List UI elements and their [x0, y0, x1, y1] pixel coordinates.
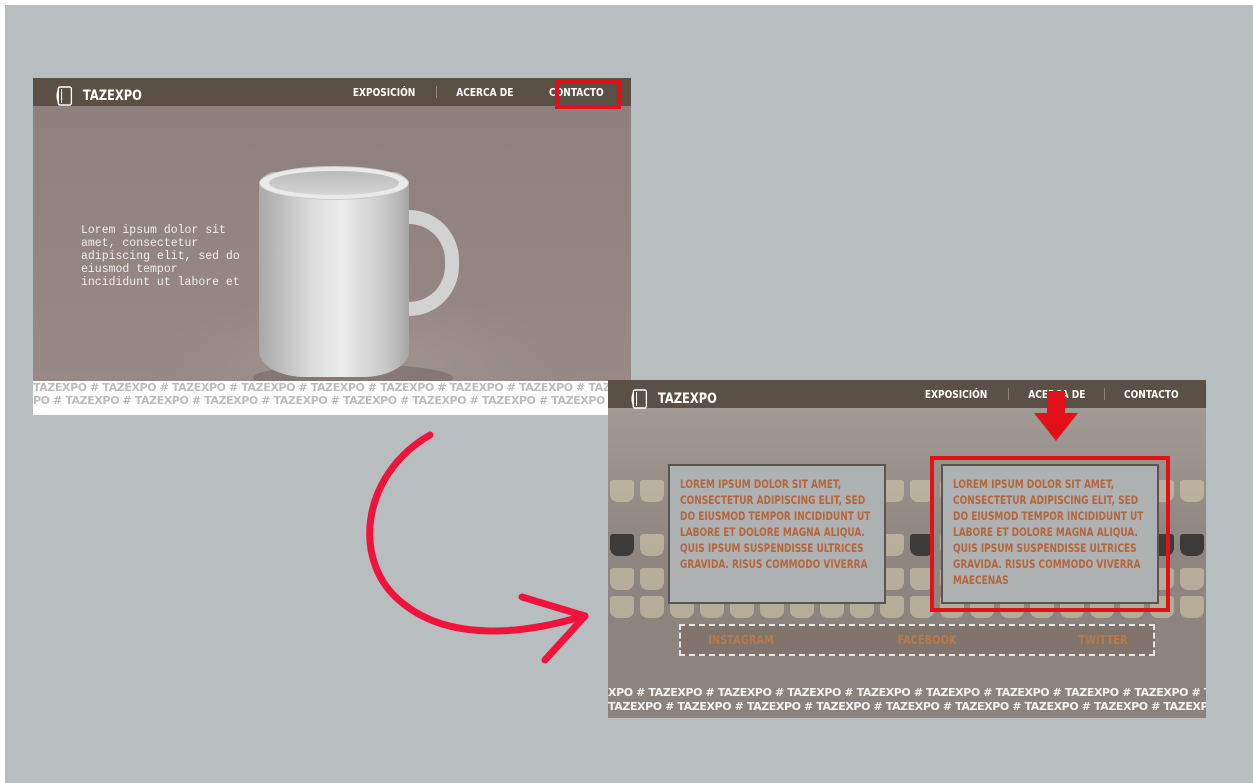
social-links-bar: INSTAGRAM FACEBOOK TWITTER	[679, 624, 1155, 656]
ticker-line-2: PO # TAZEXPO # TAZEXPO # TAZEXPO # TAZEX…	[33, 394, 631, 415]
brand-name: TAZEXPO	[657, 391, 717, 407]
hero-text: Lorem ipsum dolor sit amet, consectetur …	[81, 224, 240, 289]
card-highlight-box	[930, 456, 1170, 612]
top-nav: TAZEXPO EXPOSICIÓN ACERCA DE CONTACTO	[608, 380, 1206, 411]
hero-area: Lorem ipsum dolor sit amet, consectetur …	[33, 106, 631, 415]
ticker-line-2: TAZEXPO # TAZEXPO # TAZEXPO # TAZEXPO # …	[608, 700, 1206, 713]
mug	[610, 534, 634, 556]
nav-exposicion[interactable]: EXPOSICIÓN	[348, 83, 422, 102]
mug	[1180, 568, 1204, 590]
ticker-line-1: TAZEXPO # TAZEXPO # TAZEXPO # TAZEXPO # …	[33, 381, 631, 394]
mug	[610, 568, 634, 590]
website-screenshot-contact: TAZEXPO EXPOSICIÓN ACERCA DE CONTACTO LO…	[608, 380, 1206, 718]
mug	[640, 596, 664, 618]
mug	[640, 534, 664, 556]
top-nav: TAZEXPO EXPOSICIÓN ACERCA DE CONTACTO	[33, 78, 631, 106]
contacto-highlight-box	[555, 80, 621, 109]
website-screenshot-home: Lorem ipsum dolor sit amet, consectetur …	[33, 78, 631, 415]
mug	[1180, 596, 1204, 618]
nav-exposicion[interactable]: EXPOSICIÓN	[920, 385, 994, 404]
mug	[640, 480, 664, 502]
card-left-text: LOREM IPSUM DOLOR SIT AMET, CONSECTETUR …	[680, 477, 871, 571]
brand[interactable]: TAZEXPO	[55, 84, 142, 108]
menu-divider	[1104, 388, 1106, 400]
down-arrow-icon	[1034, 391, 1078, 441]
mug	[610, 596, 634, 618]
facebook-link[interactable]: FACEBOOK	[898, 633, 957, 647]
twitter-link[interactable]: TWITTER	[1078, 633, 1127, 647]
cup-logo-icon	[631, 389, 648, 409]
ticker-line-1: XPO # TAZEXPO # TAZEXPO # TAZEXPO # TAZE…	[608, 686, 1206, 699]
info-card-left: LOREM IPSUM DOLOR SIT AMET, CONSECTETUR …	[668, 464, 886, 604]
nav-acerca-de[interactable]: ACERCA DE	[450, 83, 519, 102]
mug-inner	[269, 171, 399, 195]
mug	[640, 568, 664, 590]
canvas: Lorem ipsum dolor sit amet, consectetur …	[5, 5, 1253, 783]
nav-contacto[interactable]: CONTACTO	[1119, 385, 1185, 404]
mug	[1180, 480, 1204, 502]
mug	[610, 480, 634, 502]
brand[interactable]: TAZEXPO	[630, 387, 717, 411]
menu-divider	[435, 86, 437, 98]
mug	[1180, 534, 1204, 556]
instagram-link[interactable]: INSTAGRAM	[708, 633, 774, 647]
menu-divider	[1007, 388, 1009, 400]
cup-logo-icon	[56, 86, 73, 106]
brand-name: TAZEXPO	[82, 88, 142, 104]
mug-image	[259, 172, 409, 377]
